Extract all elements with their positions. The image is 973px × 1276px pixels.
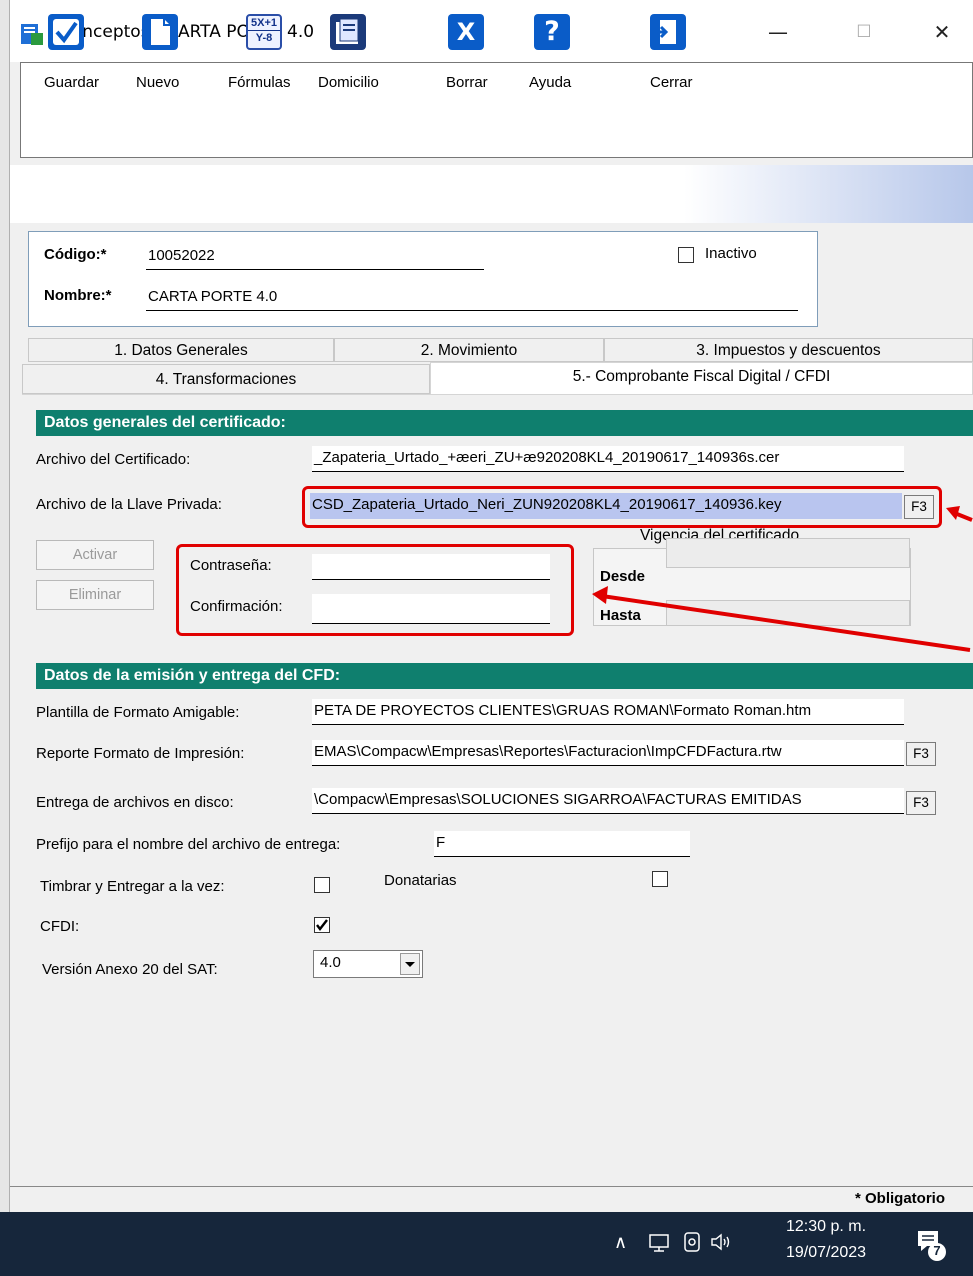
close-button[interactable]: ✕ xyxy=(914,10,970,54)
delete-label: Borrar xyxy=(446,74,488,91)
exit-door-icon xyxy=(650,14,686,50)
formulas-button[interactable]: 5X+1 Y-8 Fórmulas xyxy=(206,8,291,92)
clock-time[interactable]: 12:30 p. m. xyxy=(786,1218,866,1236)
reporte-label: Reporte Formato de Impresión: xyxy=(36,745,245,762)
save-button[interactable]: Guardar xyxy=(24,8,104,92)
timbrar-checkbox[interactable] xyxy=(314,877,330,893)
plantilla-field[interactable]: PETA DE PROYECTOS CLIENTES\GRUAS ROMAN\F… xyxy=(312,699,904,725)
obligatorio-note: * Obligatorio xyxy=(855,1190,945,1207)
llave-label: Archivo de la Llave Privada: xyxy=(36,496,222,513)
address-book-icon xyxy=(330,14,366,50)
annotation-arrows xyxy=(592,506,973,652)
prefijo-label: Prefijo para el nombre del archivo de en… xyxy=(36,836,341,853)
close-form-label: Cerrar xyxy=(650,74,693,91)
timbrar-label: Timbrar y Entregar a la vez: xyxy=(40,878,225,895)
entrega-field[interactable]: \Compacw\Empresas\SOLUCIONES SIGARROA\FA… xyxy=(312,788,904,814)
volume-icon[interactable] xyxy=(710,1232,734,1255)
new-document-icon xyxy=(142,14,178,50)
help-label: Ayuda xyxy=(529,74,572,91)
clock-date[interactable]: 19/07/2023 xyxy=(786,1244,866,1262)
tab-divider xyxy=(22,394,973,395)
cfdi-checkbox[interactable] xyxy=(314,917,330,933)
archivo-cert-field[interactable]: _Zapateria_Urtado_+æeri_ZU+æ920208KL4_20… xyxy=(312,446,904,472)
network-icon[interactable] xyxy=(648,1233,670,1256)
nombre-label: Nombre:* xyxy=(44,287,112,304)
activar-button[interactable]: Activar xyxy=(36,540,154,570)
help-button[interactable]: ? Ayuda xyxy=(516,8,586,92)
tab-movimiento[interactable]: 2. Movimiento xyxy=(334,338,604,362)
codigo-label: Código:* xyxy=(44,246,107,263)
notifications-icon[interactable]: 7 xyxy=(915,1228,947,1265)
version-value: 4.0 xyxy=(320,954,341,971)
tab-datos-generales[interactable]: 1. Datos Generales xyxy=(28,338,334,362)
minimize-button[interactable]: — xyxy=(750,10,806,54)
formulas-label: Fórmulas xyxy=(228,74,291,91)
entrega-label: Entrega de archivos en disco: xyxy=(36,794,234,811)
reporte-browse-button[interactable]: F3 xyxy=(906,742,936,766)
desktop-edge xyxy=(0,0,10,1212)
new-label: Nuevo xyxy=(136,74,180,91)
header-banner xyxy=(10,165,973,223)
prefijo-field[interactable]: F xyxy=(434,831,690,857)
plantilla-label: Plantilla de Formato Amigable: xyxy=(36,704,240,721)
inactivo-label: Inactivo xyxy=(705,245,757,262)
formula-icon: 5X+1 Y-8 xyxy=(246,14,282,50)
close-form-button[interactable]: Cerrar xyxy=(630,8,700,92)
chevron-down-icon[interactable] xyxy=(400,953,420,975)
cfd-section-header: Datos de la emisión y entrega del CFD: xyxy=(36,663,973,689)
cert-section-header: Datos generales del certificado: xyxy=(36,410,973,436)
donatarias-label: Donatarias xyxy=(384,872,457,889)
codigo-field[interactable]: 10052022 xyxy=(146,244,484,270)
delete-button[interactable]: X Borrar xyxy=(430,8,500,92)
show-hidden-icons-icon[interactable]: ∧ xyxy=(614,1232,627,1253)
tab-transformaciones[interactable]: 4. Transformaciones xyxy=(22,364,430,394)
inactivo-checkbox[interactable] xyxy=(678,247,694,263)
notification-count: 7 xyxy=(933,1243,941,1258)
tab-impuestos[interactable]: 3. Impuestos y descuentos xyxy=(604,338,973,362)
check-icon xyxy=(48,14,84,50)
version-select[interactable]: 4.0 xyxy=(313,950,423,978)
nombre-field[interactable]: CARTA PORTE 4.0 xyxy=(146,285,798,311)
donatarias-checkbox[interactable] xyxy=(652,871,668,887)
status-bar xyxy=(10,1186,973,1213)
address-button[interactable]: Domicilio xyxy=(300,8,390,92)
maximize-button[interactable]: ☐ xyxy=(836,10,892,54)
new-button[interactable]: Nuevo xyxy=(118,8,198,92)
version-label: Versión Anexo 20 del SAT: xyxy=(42,961,218,978)
archivo-cert-label: Archivo del Certificado: xyxy=(36,451,191,468)
save-label: Guardar xyxy=(44,74,100,91)
checkmark-icon xyxy=(316,919,328,931)
address-label: Domicilio xyxy=(318,74,379,91)
reporte-field[interactable]: EMAS\Compacw\Empresas\Reportes\Facturaci… xyxy=(312,740,904,766)
entrega-browse-button[interactable]: F3 xyxy=(906,791,936,815)
cfdi-label: CFDI: xyxy=(40,918,80,935)
eliminar-button[interactable]: Eliminar xyxy=(36,580,154,610)
highlight-password xyxy=(176,544,574,636)
help-icon: ? xyxy=(534,14,570,50)
tab-cfdi[interactable]: 5.- Comprobante Fiscal Digital / CFDI xyxy=(430,362,973,394)
delete-x-icon: X xyxy=(448,14,484,50)
camera-privacy-icon[interactable] xyxy=(682,1231,702,1256)
